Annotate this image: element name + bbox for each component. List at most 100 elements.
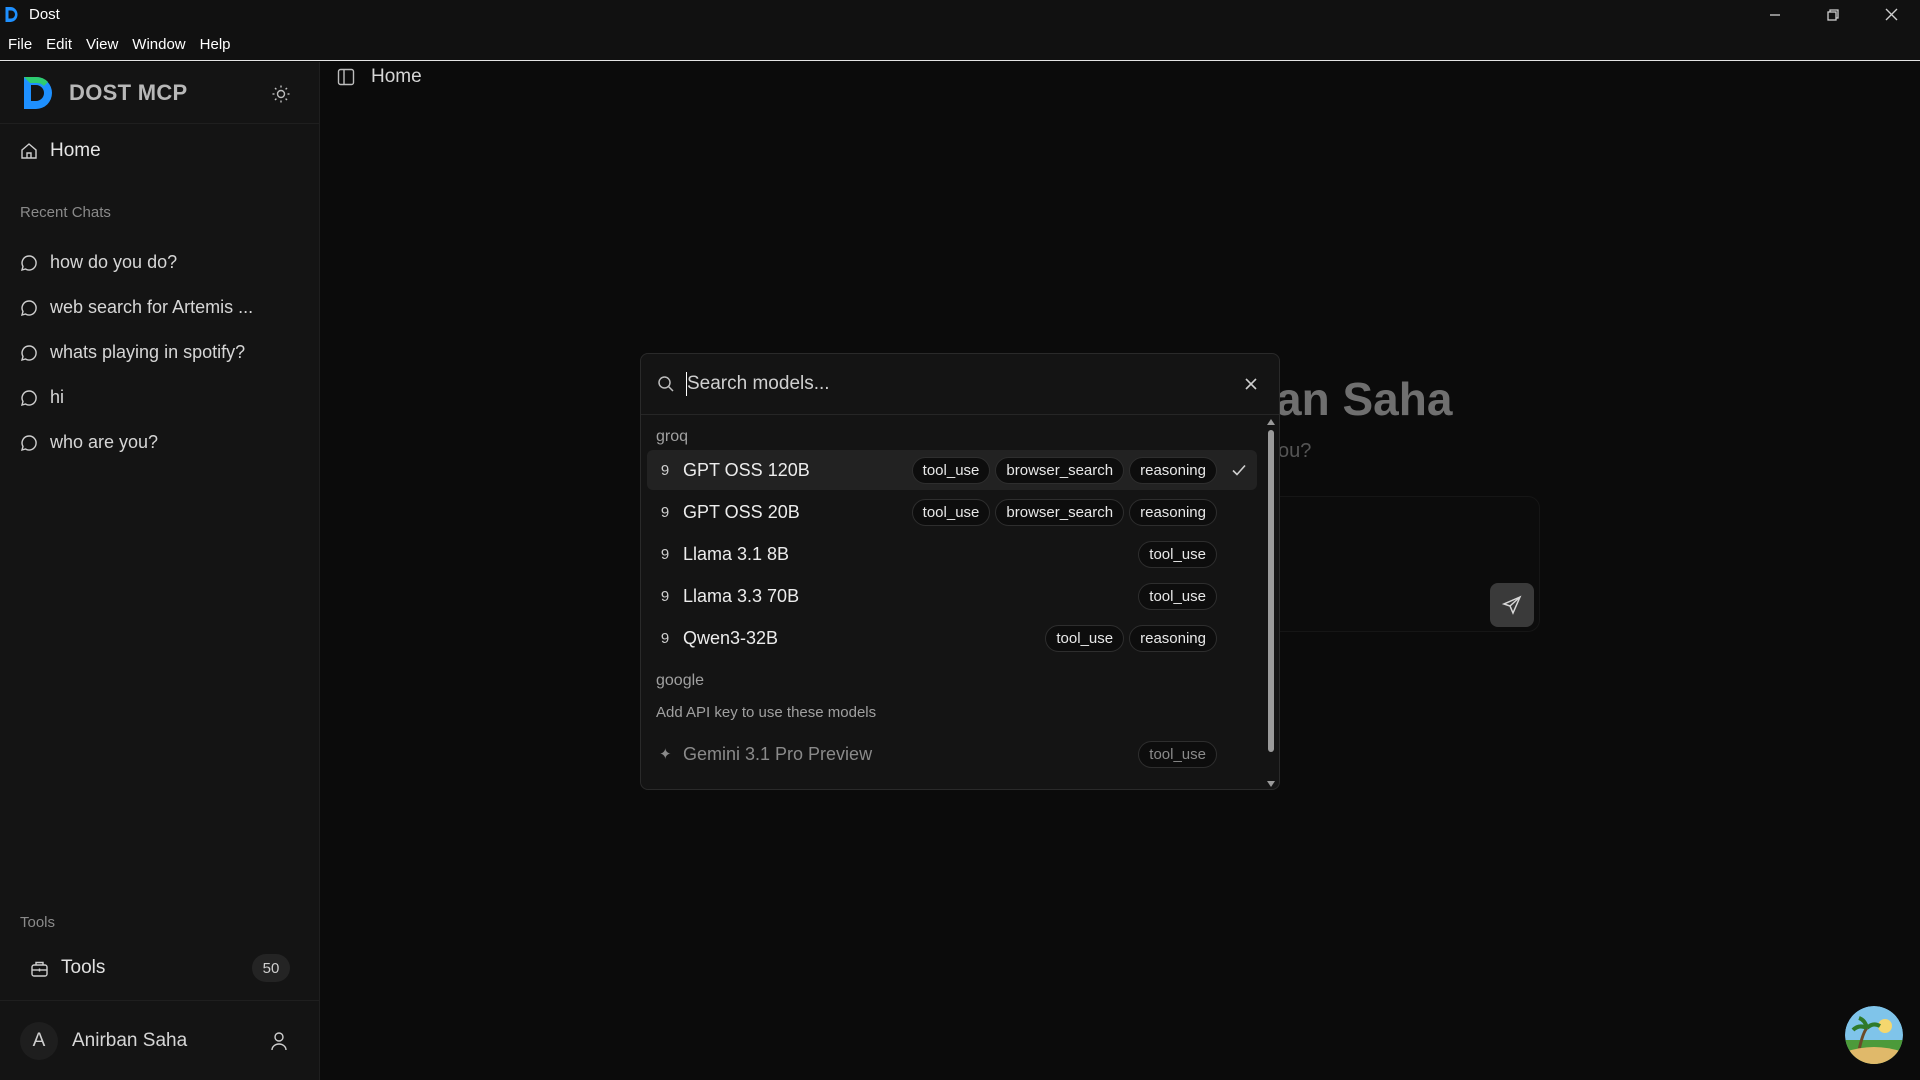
- menu-bar: File Edit View Window Help: [0, 29, 1920, 61]
- sun-icon[interactable]: [271, 84, 291, 104]
- model-picker-dialog: groq 9 GPT OSS 120B tool_use browser_sea…: [640, 353, 1280, 790]
- tools-count-badge: 50: [252, 954, 290, 982]
- recent-chats-list: how do you do? web search for Artemis ..…: [20, 240, 300, 465]
- model-option[interactable]: 9 Llama 3.1 8B tool_use: [647, 534, 1257, 574]
- search-icon: [658, 376, 674, 392]
- app-logo-icon: [5, 7, 18, 22]
- chat-item[interactable]: web search for Artemis ...: [20, 285, 300, 330]
- model-name: GPT OSS 20B: [683, 501, 800, 522]
- toolbox-icon: [31, 961, 48, 977]
- assistant-avatar-icon[interactable]: [1845, 1006, 1903, 1064]
- minimize-icon: [1770, 13, 1780, 16]
- menu-edit[interactable]: Edit: [39, 36, 79, 53]
- home-icon: [21, 143, 37, 159]
- capability-tag: tool_use: [1138, 741, 1217, 768]
- user-profile-row[interactable]: A Anirban Saha: [0, 1000, 320, 1080]
- window-titlebar: Dost: [0, 0, 1920, 29]
- capability-tag: tool_use: [911, 499, 991, 526]
- greeting-heading: an Saha: [1276, 373, 1453, 425]
- chat-item[interactable]: whats playing in spotify?: [20, 330, 300, 375]
- chat-bubble-icon: [20, 254, 37, 271]
- chat-item-title: hi: [50, 387, 65, 407]
- model-name: Llama 3.3 70B: [683, 585, 800, 606]
- chat-bubble-icon: [20, 389, 37, 406]
- chat-item-title: who are you?: [50, 432, 159, 452]
- send-icon: [1502, 595, 1522, 615]
- chat-item-title: web search for Artemis ...: [50, 297, 254, 317]
- model-option[interactable]: 9 GPT OSS 120B tool_use browser_search r…: [647, 450, 1257, 490]
- scroll-down-arrow[interactable]: [1267, 781, 1275, 787]
- sidebar-toggle-icon[interactable]: [337, 68, 355, 86]
- chat-item[interactable]: how do you do?: [20, 240, 300, 285]
- user-icon[interactable]: [270, 1031, 288, 1051]
- menu-help[interactable]: Help: [193, 36, 238, 53]
- capability-tag: reasoning: [1129, 499, 1217, 526]
- scroll-thumb[interactable]: [1268, 430, 1274, 752]
- model-list-scrollbar[interactable]: [1263, 416, 1279, 789]
- model-option: ✦ Gemini 3.1 Pro Preview tool_use: [647, 734, 1257, 774]
- groq-provider-icon: 9: [660, 629, 670, 647]
- model-search-bar: [641, 354, 1279, 415]
- capability-tag: tool_use: [1138, 583, 1217, 610]
- scroll-up-arrow[interactable]: [1267, 419, 1275, 425]
- capability-tag: tool_use: [1045, 625, 1125, 652]
- groq-provider-icon: 9: [660, 461, 670, 479]
- api-key-notice: Add API key to use these models: [656, 704, 877, 721]
- capability-tag: tool_use: [911, 457, 991, 484]
- capability-tag: tool_use: [1138, 541, 1217, 568]
- page-title: Home: [371, 66, 422, 87]
- chat-bubble-icon: [20, 434, 37, 451]
- model-tags: tool_use: [1138, 541, 1217, 568]
- model-name: Qwen3-32B: [683, 627, 779, 648]
- tools-label: Tools: [61, 957, 106, 978]
- minimize-button[interactable]: [1746, 0, 1804, 29]
- sidebar-item-tools[interactable]: Tools 50: [30, 953, 290, 983]
- restore-icon: [1827, 8, 1839, 21]
- model-option[interactable]: 9 GPT OSS 20B tool_use browser_search re…: [647, 492, 1257, 532]
- model-tags: tool_use browser_search reasoning: [911, 457, 1217, 484]
- close-window-button[interactable]: [1862, 0, 1920, 29]
- groq-provider-icon: 9: [660, 587, 670, 605]
- tools-section-label: Tools: [20, 914, 56, 931]
- capability-tag: browser_search: [995, 499, 1125, 526]
- gemini-sparkle-icon: ✦: [659, 746, 672, 763]
- close-window-icon: [1885, 8, 1897, 21]
- model-name: GPT OSS 120B: [683, 459, 810, 480]
- chat-item[interactable]: who are you?: [20, 420, 300, 465]
- sidebar-item-home-label: Home: [50, 140, 101, 161]
- window-title: Dost: [29, 6, 60, 23]
- main-header: Home: [337, 66, 422, 88]
- model-name: Gemini 3.1 Pro Preview: [683, 743, 873, 764]
- text-caret: [686, 372, 687, 396]
- model-search-input[interactable]: [685, 372, 1185, 396]
- model-tags: tool_use browser_search reasoning: [911, 499, 1217, 526]
- sidebar: DOST MCP Home Recent Chats how do you do…: [0, 62, 320, 1080]
- model-tags: tool_use reasoning: [1045, 625, 1217, 652]
- dost-logo-icon: [24, 76, 52, 109]
- avatar: A: [20, 1021, 58, 1060]
- brand-name: DOST MCP: [69, 79, 188, 105]
- model-option[interactable]: 9 Llama 3.3 70B tool_use: [647, 576, 1257, 616]
- window-controls: [1746, 0, 1920, 29]
- model-option[interactable]: 9 Qwen3-32B tool_use reasoning: [647, 618, 1257, 658]
- chat-item-title: how do you do?: [50, 252, 178, 272]
- close-icon[interactable]: [1241, 374, 1261, 394]
- group-label-google: google: [656, 672, 705, 689]
- group-label-groq: groq: [656, 428, 689, 445]
- menu-view[interactable]: View: [79, 36, 125, 53]
- restore-button[interactable]: [1804, 0, 1862, 29]
- menu-window[interactable]: Window: [125, 36, 192, 53]
- groq-provider-icon: 9: [660, 503, 670, 521]
- send-button[interactable]: [1490, 583, 1534, 627]
- chat-item-title: whats playing in spotify?: [50, 342, 246, 362]
- brand-header: DOST MCP: [0, 62, 319, 124]
- model-name: Llama 3.1 8B: [683, 543, 790, 564]
- groq-provider-icon: 9: [660, 545, 670, 563]
- sidebar-item-home[interactable]: Home: [20, 140, 101, 162]
- check-icon: [1232, 464, 1246, 476]
- model-tags: tool_use: [1138, 583, 1217, 610]
- capability-tag: reasoning: [1129, 625, 1217, 652]
- model-tags: tool_use: [1138, 741, 1217, 768]
- menu-file[interactable]: File: [0, 36, 39, 53]
- chat-item[interactable]: hi: [20, 375, 300, 420]
